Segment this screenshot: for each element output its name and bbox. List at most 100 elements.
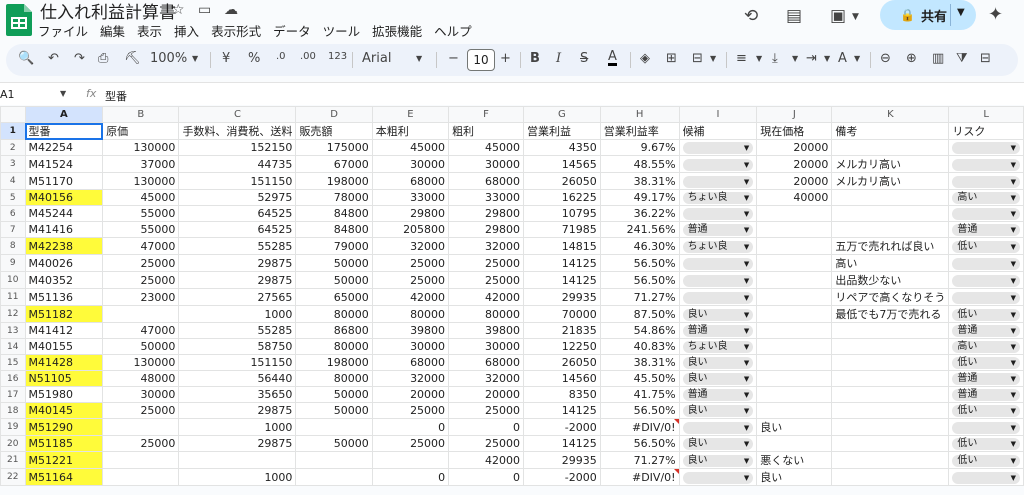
cell[interactable]: 30000 bbox=[371, 155, 450, 173]
cell[interactable]: 良い bbox=[756, 468, 833, 486]
row-header[interactable]: 13 bbox=[0, 322, 26, 339]
cloud-saved-icon[interactable]: ☁ bbox=[224, 2, 238, 18]
cell[interactable]: ▼ bbox=[678, 468, 758, 486]
cell[interactable]: 25000 bbox=[371, 254, 450, 272]
cell[interactable]: 高い bbox=[831, 254, 950, 272]
zoom-select[interactable]: 100% bbox=[150, 51, 187, 66]
move-folder-icon[interactable]: ▭ bbox=[198, 2, 211, 18]
cell[interactable] bbox=[831, 189, 950, 206]
cell[interactable]: 0 bbox=[448, 418, 524, 436]
row-header[interactable]: 17 bbox=[0, 386, 26, 403]
insert-link-icon[interactable]: ⊖ bbox=[880, 51, 891, 66]
cell[interactable] bbox=[756, 205, 833, 222]
increase-font-size-button[interactable]: + bbox=[500, 51, 511, 66]
cell[interactable]: ▼ bbox=[948, 205, 1024, 222]
menu-item[interactable]: 表示形式 bbox=[211, 24, 261, 39]
cell[interactable]: 36.22% bbox=[599, 205, 680, 222]
cell[interactable]: 42000 bbox=[448, 288, 524, 306]
cell[interactable]: M41412 bbox=[24, 322, 104, 339]
cell[interactable]: 198000 bbox=[295, 354, 373, 371]
cell[interactable]: 29875 bbox=[178, 402, 297, 419]
row-header[interactable]: 9 bbox=[0, 254, 26, 272]
cell[interactable]: 80000 bbox=[295, 370, 373, 387]
cell[interactable]: 25000 bbox=[371, 271, 450, 289]
cell[interactable]: 1000 bbox=[178, 305, 297, 323]
cell[interactable]: 20000 bbox=[756, 139, 833, 156]
formula-input[interactable]: 型番 bbox=[105, 88, 127, 104]
cell[interactable]: 低い ▼ bbox=[948, 305, 1024, 323]
cell[interactable]: 151150 bbox=[178, 354, 297, 371]
cell[interactable]: 良い ▼ bbox=[678, 370, 758, 387]
candidate-dropdown[interactable]: ▼ bbox=[682, 274, 754, 287]
cell[interactable]: 30000 bbox=[102, 386, 180, 403]
cell[interactable]: 37000 bbox=[102, 155, 180, 173]
cell[interactable]: 14565 bbox=[523, 155, 601, 173]
cell[interactable]: 普通 ▼ bbox=[678, 386, 758, 403]
strikethrough-icon[interactable]: S bbox=[580, 51, 588, 66]
cell[interactable]: 50000 bbox=[102, 338, 180, 355]
cell[interactable]: 39800 bbox=[448, 322, 524, 339]
cell[interactable]: 64525 bbox=[178, 221, 297, 238]
cell[interactable] bbox=[756, 354, 833, 371]
header-cell[interactable]: 本粗利 bbox=[371, 122, 450, 140]
italic-icon[interactable]: I bbox=[556, 51, 561, 66]
row-header[interactable]: 1 bbox=[0, 122, 26, 140]
share-button[interactable]: 🔒 共有 ▼ bbox=[880, 0, 976, 30]
row-header[interactable]: 11 bbox=[0, 288, 26, 306]
risk-dropdown[interactable]: 普通 ▼ bbox=[952, 224, 1020, 236]
menu-item[interactable]: ヘルプ bbox=[434, 24, 472, 39]
risk-dropdown[interactable]: ▼ bbox=[952, 208, 1020, 220]
cell[interactable] bbox=[831, 205, 950, 222]
version-history-icon[interactable]: ⟲ bbox=[744, 6, 758, 26]
header-cell[interactable]: 営業利益 bbox=[523, 122, 601, 140]
merge-dropdown-icon[interactable]: ▼ bbox=[710, 54, 716, 63]
cell[interactable]: 14125 bbox=[523, 435, 601, 452]
cell[interactable]: M51170 bbox=[24, 172, 104, 190]
cell[interactable]: 50000 bbox=[295, 435, 373, 452]
cell[interactable]: 87.50% bbox=[599, 305, 680, 323]
column-header[interactable]: I bbox=[678, 106, 758, 123]
cell[interactable]: 0 bbox=[448, 468, 524, 486]
text-rotation-icon[interactable]: A bbox=[838, 51, 847, 66]
cell[interactable] bbox=[756, 237, 833, 255]
cell[interactable]: 良い ▼ bbox=[678, 354, 758, 371]
cell[interactable]: メルカリ高い bbox=[831, 155, 950, 173]
cell[interactable]: 55285 bbox=[178, 322, 297, 339]
column-header[interactable]: K bbox=[831, 106, 950, 123]
candidate-dropdown[interactable]: 良い ▼ bbox=[682, 454, 754, 467]
cell[interactable] bbox=[831, 451, 950, 469]
cell[interactable]: 130000 bbox=[102, 172, 180, 190]
cell[interactable]: M40156 bbox=[24, 189, 104, 206]
cell[interactable]: 54.86% bbox=[599, 322, 680, 339]
row-header[interactable]: 18 bbox=[0, 402, 26, 419]
cell[interactable]: 68000 bbox=[448, 172, 524, 190]
cell[interactable]: 40000 bbox=[756, 189, 833, 206]
row-header[interactable]: 16 bbox=[0, 370, 26, 387]
cell[interactable]: 高い ▼ bbox=[948, 338, 1024, 355]
horizontal-align-icon[interactable]: ≡ bbox=[736, 51, 747, 66]
menu-item[interactable]: ファイル bbox=[38, 24, 88, 39]
cell[interactable] bbox=[831, 468, 950, 486]
cell[interactable] bbox=[756, 402, 833, 419]
risk-dropdown[interactable]: 低い ▼ bbox=[952, 438, 1020, 450]
risk-dropdown[interactable]: 普通 ▼ bbox=[952, 325, 1020, 337]
cell[interactable]: 45.50% bbox=[599, 370, 680, 387]
row-header[interactable]: 7 bbox=[0, 221, 26, 238]
cell[interactable]: 高い ▼ bbox=[948, 189, 1024, 206]
row-header[interactable]: 2 bbox=[0, 139, 26, 156]
cell[interactable] bbox=[295, 451, 373, 469]
decrease-font-size-button[interactable]: − bbox=[448, 51, 459, 66]
cell[interactable]: 41.75% bbox=[599, 386, 680, 403]
rotation-dropdown-icon[interactable]: ▼ bbox=[854, 54, 860, 63]
cell[interactable]: 68000 bbox=[448, 354, 524, 371]
column-header[interactable]: G bbox=[523, 106, 601, 123]
header-cell[interactable]: 型番 bbox=[24, 122, 104, 140]
cell[interactable]: 29935 bbox=[523, 451, 601, 469]
cell[interactable]: 56.50% bbox=[599, 254, 680, 272]
candidate-dropdown[interactable]: 良い ▼ bbox=[682, 438, 754, 450]
cell[interactable]: 47000 bbox=[102, 237, 180, 255]
menu-item[interactable]: ツール bbox=[323, 24, 361, 39]
row-header[interactable]: 20 bbox=[0, 435, 26, 452]
cell[interactable] bbox=[178, 451, 297, 469]
cell[interactable]: 84800 bbox=[295, 221, 373, 238]
